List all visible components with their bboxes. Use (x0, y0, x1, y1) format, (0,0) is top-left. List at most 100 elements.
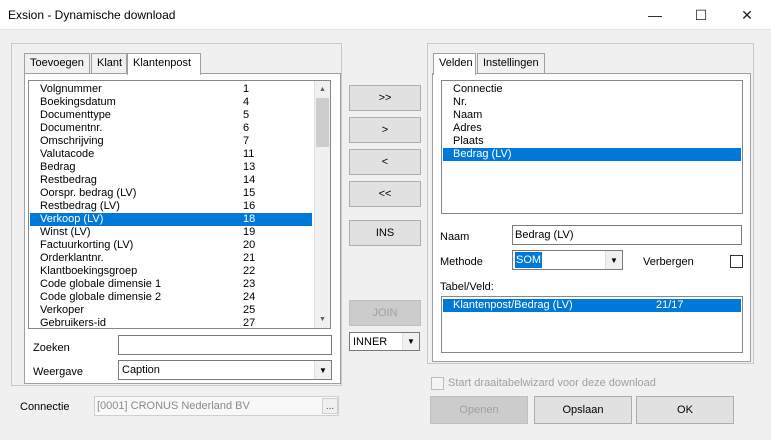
list-item-number: 20 (243, 239, 256, 251)
source-fields-list[interactable]: Volgnummer 1 Boekingsdatum 4 Documenttype 5 Do… (28, 80, 331, 329)
join-type-select[interactable]: INNER ▼ (349, 332, 420, 351)
scroll-up-icon[interactable]: ▲ (315, 82, 330, 97)
table-field-row[interactable]: Klantenpost/Bedrag (LV) 21/17 (443, 299, 741, 312)
list-item-number: 6 (243, 122, 250, 134)
ok-button[interactable]: OK (636, 396, 734, 424)
list-item[interactable]: Code globale dimensie 1 23 (30, 278, 312, 291)
button-label: << (378, 188, 392, 200)
remove-button[interactable]: < (349, 149, 421, 175)
search-input[interactable] (118, 335, 332, 355)
list-item-label: Documentnr. (40, 122, 103, 134)
list-item[interactable]: Plaats (443, 135, 741, 148)
window-title: Exsion - Dynamische download (8, 8, 176, 22)
list-item[interactable]: Factuurkorting (LV) 20 (30, 239, 312, 252)
list-item-label: Adres (453, 122, 482, 134)
list-item[interactable]: Bedrag (LV) (443, 148, 741, 161)
tab-label: Klant (97, 57, 123, 69)
scroll-down-icon[interactable]: ▼ (315, 312, 330, 327)
tab-toevoegen[interactable]: Toevoegen (24, 53, 90, 73)
hide-checkbox[interactable] (730, 255, 743, 268)
pivot-wizard-checkbox[interactable] (431, 377, 444, 390)
close-button[interactable]: ✕ (724, 0, 770, 30)
list-item[interactable]: Nr. (443, 96, 741, 109)
name-input[interactable]: Bedrag (LV) (512, 225, 742, 245)
source-fields-scrollbar[interactable]: ▲ ▼ (314, 81, 330, 328)
connection-browse-button[interactable]: ... (322, 398, 338, 414)
list-item[interactable]: Bedrag 13 (30, 161, 312, 174)
list-item-label: Gebruikers-id (40, 317, 107, 329)
list-item[interactable]: Restbedrag 14 (30, 174, 312, 187)
tab-panel-velden: Connectie Nr. Naam Adres Plaats Bedrag (LV) N… (432, 73, 751, 362)
selected-fields-list[interactable]: Connectie Nr. Naam Adres Plaats Bedrag (LV) (441, 80, 743, 214)
list-item-label: Boekingsdatum (40, 96, 116, 108)
list-item-label: Verkoop (LV) (40, 213, 104, 225)
list-item-number: 7 (243, 135, 250, 147)
open-button[interactable]: Openen (430, 396, 528, 424)
list-item[interactable]: Verkoop (LV) 18 (30, 213, 312, 226)
button-label: ... (325, 400, 335, 412)
display-select[interactable]: Caption ▼ (118, 360, 332, 380)
list-item[interactable]: Winst (LV) 19 (30, 226, 312, 239)
list-item-label: Valutacode (40, 148, 95, 160)
list-item[interactable]: Naam (443, 109, 741, 122)
list-item[interactable]: Omschrijving 7 (30, 135, 312, 148)
list-item-number: 1 (243, 83, 250, 95)
remove-all-button[interactable]: << (349, 181, 421, 207)
connection-label: Connectie (20, 401, 70, 413)
list-item[interactable]: Orderklantnr. 21 (30, 252, 312, 265)
pivot-wizard-label: Start draaitabelwizard voor deze downloa… (448, 377, 656, 389)
list-item-number: 19 (243, 226, 256, 238)
display-value: Caption (122, 364, 160, 376)
source-fields-group: Toevoegen Klant Klantenpost Volgnummer 1 B… (11, 43, 342, 386)
list-item[interactable]: Documenttype 5 (30, 109, 312, 122)
save-button[interactable]: Opslaan (534, 396, 632, 424)
list-item[interactable]: Code globale dimensie 2 24 (30, 291, 312, 304)
add-all-button[interactable]: >> (349, 85, 421, 111)
list-item[interactable]: Boekingsdatum 4 (30, 96, 312, 109)
list-item[interactable]: Connectie (443, 83, 741, 96)
list-item[interactable]: Restbedrag (LV) 16 (30, 200, 312, 213)
scroll-thumb[interactable] (316, 98, 329, 147)
list-item-number: 14 (243, 174, 256, 186)
tab-velden[interactable]: Velden (433, 53, 476, 75)
name-label: Naam (440, 231, 470, 243)
list-item-label: Connectie (453, 83, 503, 95)
close-icon: ✕ (741, 6, 753, 23)
list-item-label: Winst (LV) (40, 226, 91, 238)
list-item-number: 16 (243, 200, 256, 212)
tab-label: Instellingen (483, 57, 539, 69)
list-item-number: 4 (243, 96, 250, 108)
method-value: SOM (515, 252, 543, 268)
list-item[interactable]: Documentnr. 6 (30, 122, 312, 135)
list-item[interactable]: Volgnummer 1 (30, 83, 312, 96)
list-item-label: Code globale dimensie 2 (40, 291, 162, 303)
add-button[interactable]: > (349, 117, 421, 143)
chevron-down-icon: ▼ (314, 361, 331, 379)
list-item-number: 25 (243, 304, 256, 316)
search-label: Zoeken (33, 342, 70, 354)
list-item[interactable]: Oorspr. bedrag (LV) 15 (30, 187, 312, 200)
method-select[interactable]: SOM ▼ (512, 250, 623, 270)
chevron-down-icon: ▼ (402, 333, 419, 350)
list-item[interactable]: Klantboekingsgroep 22 (30, 265, 312, 278)
maximize-button[interactable]: ☐ (678, 0, 724, 30)
list-item[interactable]: Adres (443, 122, 741, 135)
display-label: Weergave (33, 366, 83, 378)
list-item-number: 11 (243, 148, 255, 160)
table-field-list[interactable]: Klantenpost/Bedrag (LV) 21/17 (441, 296, 743, 353)
button-label: Openen (459, 404, 499, 416)
list-item-label: Factuurkorting (LV) (40, 239, 134, 251)
list-item[interactable]: Valutacode 11 (30, 148, 312, 161)
tab-klant[interactable]: Klant (91, 53, 127, 73)
list-item-label: Omschrijving (40, 135, 104, 147)
list-item[interactable]: Gebruikers-id 27 (30, 317, 312, 329)
connection-input[interactable]: [0001] CRONUS Nederland BV (94, 396, 339, 416)
tab-instellingen[interactable]: Instellingen (477, 53, 545, 73)
tab-label: Klantenpost (133, 57, 192, 69)
join-button[interactable]: JOIN (349, 300, 421, 326)
list-item-label: Bedrag (LV) (453, 148, 512, 160)
ins-button[interactable]: INS (349, 220, 421, 246)
list-item[interactable]: Verkoper 25 (30, 304, 312, 317)
tab-klantenpost[interactable]: Klantenpost (127, 53, 201, 75)
minimize-button[interactable]: — (632, 0, 678, 30)
